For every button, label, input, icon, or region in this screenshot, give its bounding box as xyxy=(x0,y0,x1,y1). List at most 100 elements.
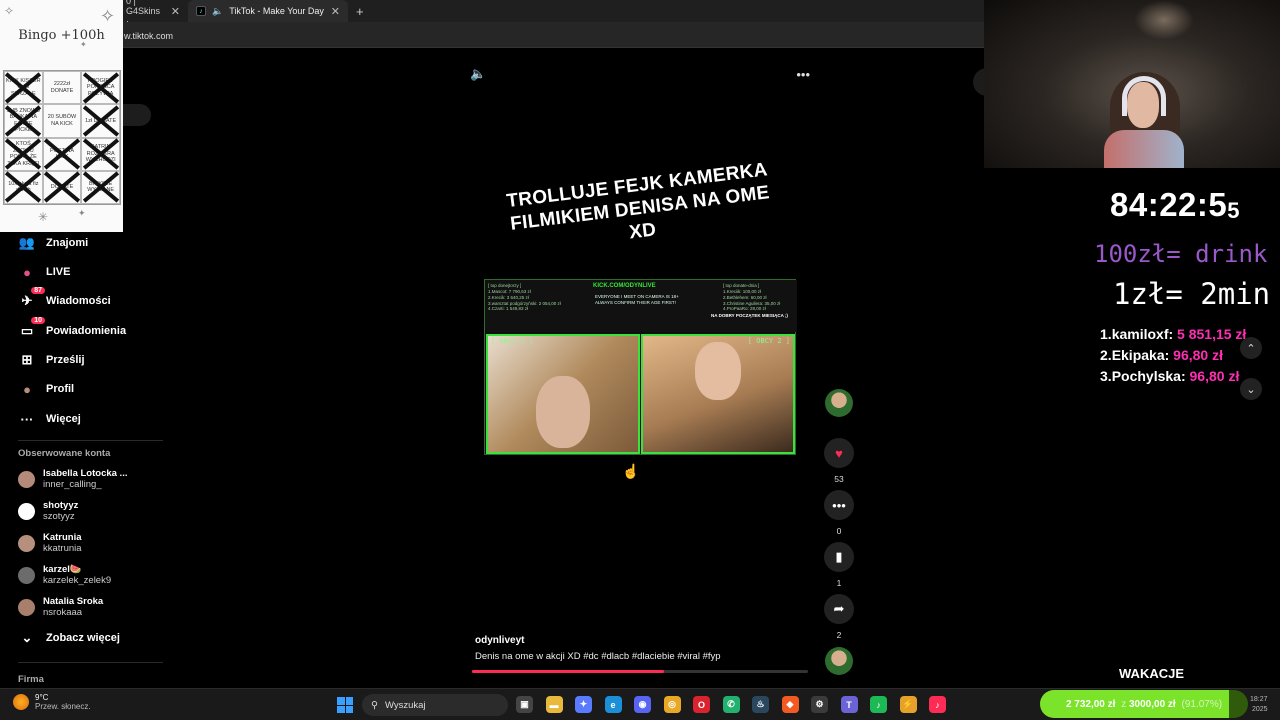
account-handle: inner_calling_ xyxy=(43,479,102,490)
close-tab-icon[interactable]: ✕ xyxy=(171,5,180,18)
tab-tiktok[interactable]: ♪ 🔈 TikTok - Make Your Day ✕ xyxy=(188,0,348,22)
sidebar-item-znajomi[interactable]: 👥 Znajomi xyxy=(18,232,88,254)
sidebar-item-więcej[interactable]: ··· Więcej xyxy=(18,408,81,430)
video-stream-frame[interactable]: [ top donejtorzy ] 1.Mascot: 7 790,63 zł… xyxy=(484,279,797,455)
winamp-icon[interactable]: ⚡ xyxy=(899,696,917,713)
bookmark-icon[interactable]: ▮ xyxy=(824,542,854,572)
inbox-icon: ▭ xyxy=(20,323,34,338)
brave-icon[interactable]: ◆ xyxy=(781,696,799,713)
copilot-icon[interactable]: ✦ xyxy=(575,696,592,713)
opera-icon[interactable]: O xyxy=(693,696,710,713)
sidebar-item-label: Więcej xyxy=(46,413,81,425)
comment-icon[interactable]: ••• xyxy=(824,490,854,520)
save-action: ▮ 1 xyxy=(823,542,855,588)
followed-account[interactable]: Katrunia kkatrunia xyxy=(18,532,82,554)
goal-percent: (91.07%) xyxy=(1181,698,1223,710)
edge-icon[interactable]: e xyxy=(604,696,622,713)
creator-avatar[interactable] xyxy=(825,389,853,417)
sidebar-item-prześlij[interactable]: ⊞ Prześlij xyxy=(18,349,85,371)
kick-banner: KICK.COM/ODYNLIVE xyxy=(593,283,656,289)
notification-badge: 10 xyxy=(31,317,45,324)
more-options-icon[interactable]: ••• xyxy=(796,67,810,82)
see-more-button[interactable]: ⌄ Zobacz więcej xyxy=(18,627,120,649)
spotify-icon[interactable]: ♪ xyxy=(870,696,887,713)
heart-icon[interactable]: ♥ xyxy=(824,438,854,468)
sidebar-item-label: Profil xyxy=(46,383,75,395)
sidebar-item-powiadomienia[interactable]: ▭ 10 Powiadomienia xyxy=(18,317,127,342)
tiktok-icon[interactable]: ♪ xyxy=(929,696,946,713)
donor-rank: 2. xyxy=(1100,347,1112,363)
chrome-icon[interactable]: ◎ xyxy=(663,696,681,713)
file-explorer-icon[interactable]: ▬ xyxy=(545,696,563,713)
wakacje-label: WAKACJE xyxy=(1119,666,1185,681)
donor-rank: 1. xyxy=(1100,326,1112,342)
video-author[interactable]: odynliveyt xyxy=(475,635,721,646)
sidebar-item-label: Powiadomienia xyxy=(46,325,127,337)
new-tab-button[interactable]: + xyxy=(348,4,372,19)
sidebar-item-profil[interactable]: ● Profil xyxy=(18,378,74,400)
sidebar-item-wiadomości[interactable]: ✈ 87 Wiadomości xyxy=(18,287,111,312)
sidebar-item-live[interactable]: ● LIVE xyxy=(18,261,70,283)
top-donor-row: 2.Ekipaka: 96,80 zł xyxy=(1100,345,1246,366)
address-bar: w.tiktok.com xyxy=(0,22,984,48)
teams-icon[interactable]: T xyxy=(840,696,858,713)
system-clock[interactable]: 18:27 2025 xyxy=(1250,695,1268,715)
followed-account[interactable]: shotyyz szotyyz xyxy=(18,500,78,522)
account-text: Natalia Sroka nsrokaaa xyxy=(43,596,103,618)
whatsapp-icon[interactable]: ✆ xyxy=(722,696,740,713)
bingo-cell: POST NA KICK xyxy=(42,137,82,171)
avatar xyxy=(18,534,35,552)
clock-time: 18:27 xyxy=(1250,696,1268,703)
donor-name: Pochylska: xyxy=(1111,368,1186,384)
goal-text: 2 732,00 zł z 3000,00 zł (91.07%) xyxy=(1040,690,1248,718)
avatar xyxy=(18,566,35,584)
search-bar-edge[interactable] xyxy=(123,104,151,126)
chevron-down-icon: ⌄ xyxy=(21,630,33,645)
tab-g4skins[interactable]: 0 | G4Skins · ✕ xyxy=(118,0,188,26)
followed-account[interactable]: Natalia Sroka nsrokaaa xyxy=(18,596,103,618)
chevron-down-icon[interactable]: ⌄ xyxy=(1240,378,1262,400)
followed-account[interactable]: karzel🍉 karzelek_zelek9 xyxy=(18,564,111,586)
messages-icon: ✈ xyxy=(21,293,33,308)
headphones-icon xyxy=(1122,76,1166,116)
lamp-light xyxy=(1134,0,1194,40)
top-donor-row: 3.Pochylska: 96,80 zł xyxy=(1100,366,1246,387)
url-field[interactable]: w.tiktok.com xyxy=(118,27,984,45)
share-icon[interactable]: ➦ xyxy=(824,594,854,624)
steam-icon[interactable]: ♨ xyxy=(752,696,769,713)
camera-left: [ OBCY 1 ] xyxy=(486,334,640,454)
volume-icon[interactable]: 🔈 xyxy=(470,66,486,82)
chevron-up-icon[interactable]: ⌃ xyxy=(1240,337,1262,359)
mission-label: NA DOBRY POCZĄTEK MIESIĄCA ;) xyxy=(711,313,788,318)
sound-avatar[interactable] xyxy=(825,647,853,675)
close-tab-icon[interactable]: ✕ xyxy=(331,5,340,18)
speaker-icon[interactable]: 🔈 xyxy=(212,6,223,17)
tab-title: TikTok - Make Your Day xyxy=(229,6,324,16)
bingo-grid: KICK KISSER O 10 STRZALE 2222zł DONATE PRO… xyxy=(3,70,121,205)
search-placeholder: Wyszukaj xyxy=(384,699,426,711)
bingo-cell: BICYSLE WYSŁANE xyxy=(81,170,120,204)
timer-tail: 5 xyxy=(1227,198,1240,223)
weather-widget[interactable]: 9°C Przew. słonecz. xyxy=(13,693,91,711)
avatar xyxy=(18,502,35,520)
bingo-cell: 10x akcja fiz dla lib xyxy=(4,170,43,204)
company-link[interactable]: Firma xyxy=(18,674,44,685)
start-button[interactable] xyxy=(337,697,353,713)
like-count: 53 xyxy=(834,474,844,484)
friends-icon: 👥 xyxy=(18,235,36,250)
live-icon: ● xyxy=(23,264,31,280)
age-notice: EVERYONE I MEET ON CAMERA IS 18+ ALWAYS … xyxy=(595,294,679,305)
bingo-cell: SUB ZNOWU BAŃKA NA FANCE PICKE xyxy=(4,104,43,138)
sidebar-item-label: Znajomi xyxy=(46,237,89,249)
save-count: 1 xyxy=(836,578,842,588)
settings-icon[interactable]: ⚙ xyxy=(811,696,828,713)
task-view-icon[interactable]: ▣ xyxy=(516,696,533,713)
discord-icon[interactable]: ◉ xyxy=(634,696,651,713)
taskbar-search[interactable]: ⚲ Wyszukaj xyxy=(362,694,508,716)
see-more-label: Zobacz więcej xyxy=(46,632,120,644)
video-progress-bar[interactable] xyxy=(472,670,808,673)
person-face xyxy=(695,342,741,400)
bingo-cell: PROGIE 7 POKONCA POZYWIA xyxy=(81,71,120,105)
followed-account[interactable]: Isabella Lotocka ... inner_calling_ xyxy=(18,468,127,490)
person-face xyxy=(536,376,590,448)
